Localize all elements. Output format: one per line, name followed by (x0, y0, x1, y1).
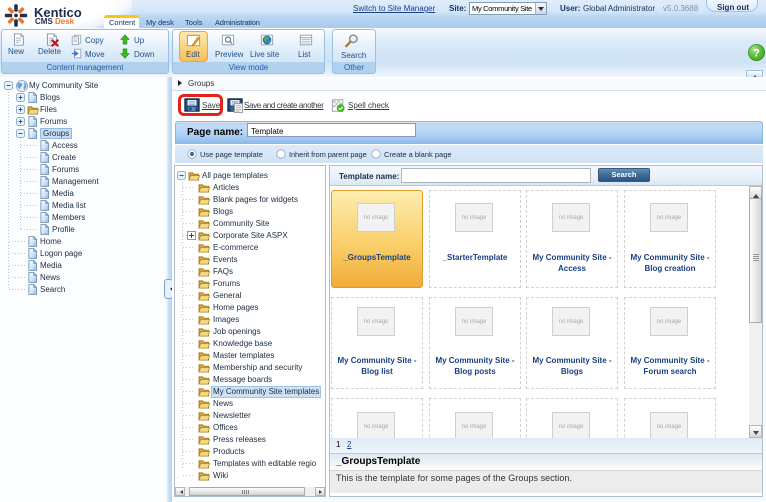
svg-text:?: ? (753, 48, 760, 60)
